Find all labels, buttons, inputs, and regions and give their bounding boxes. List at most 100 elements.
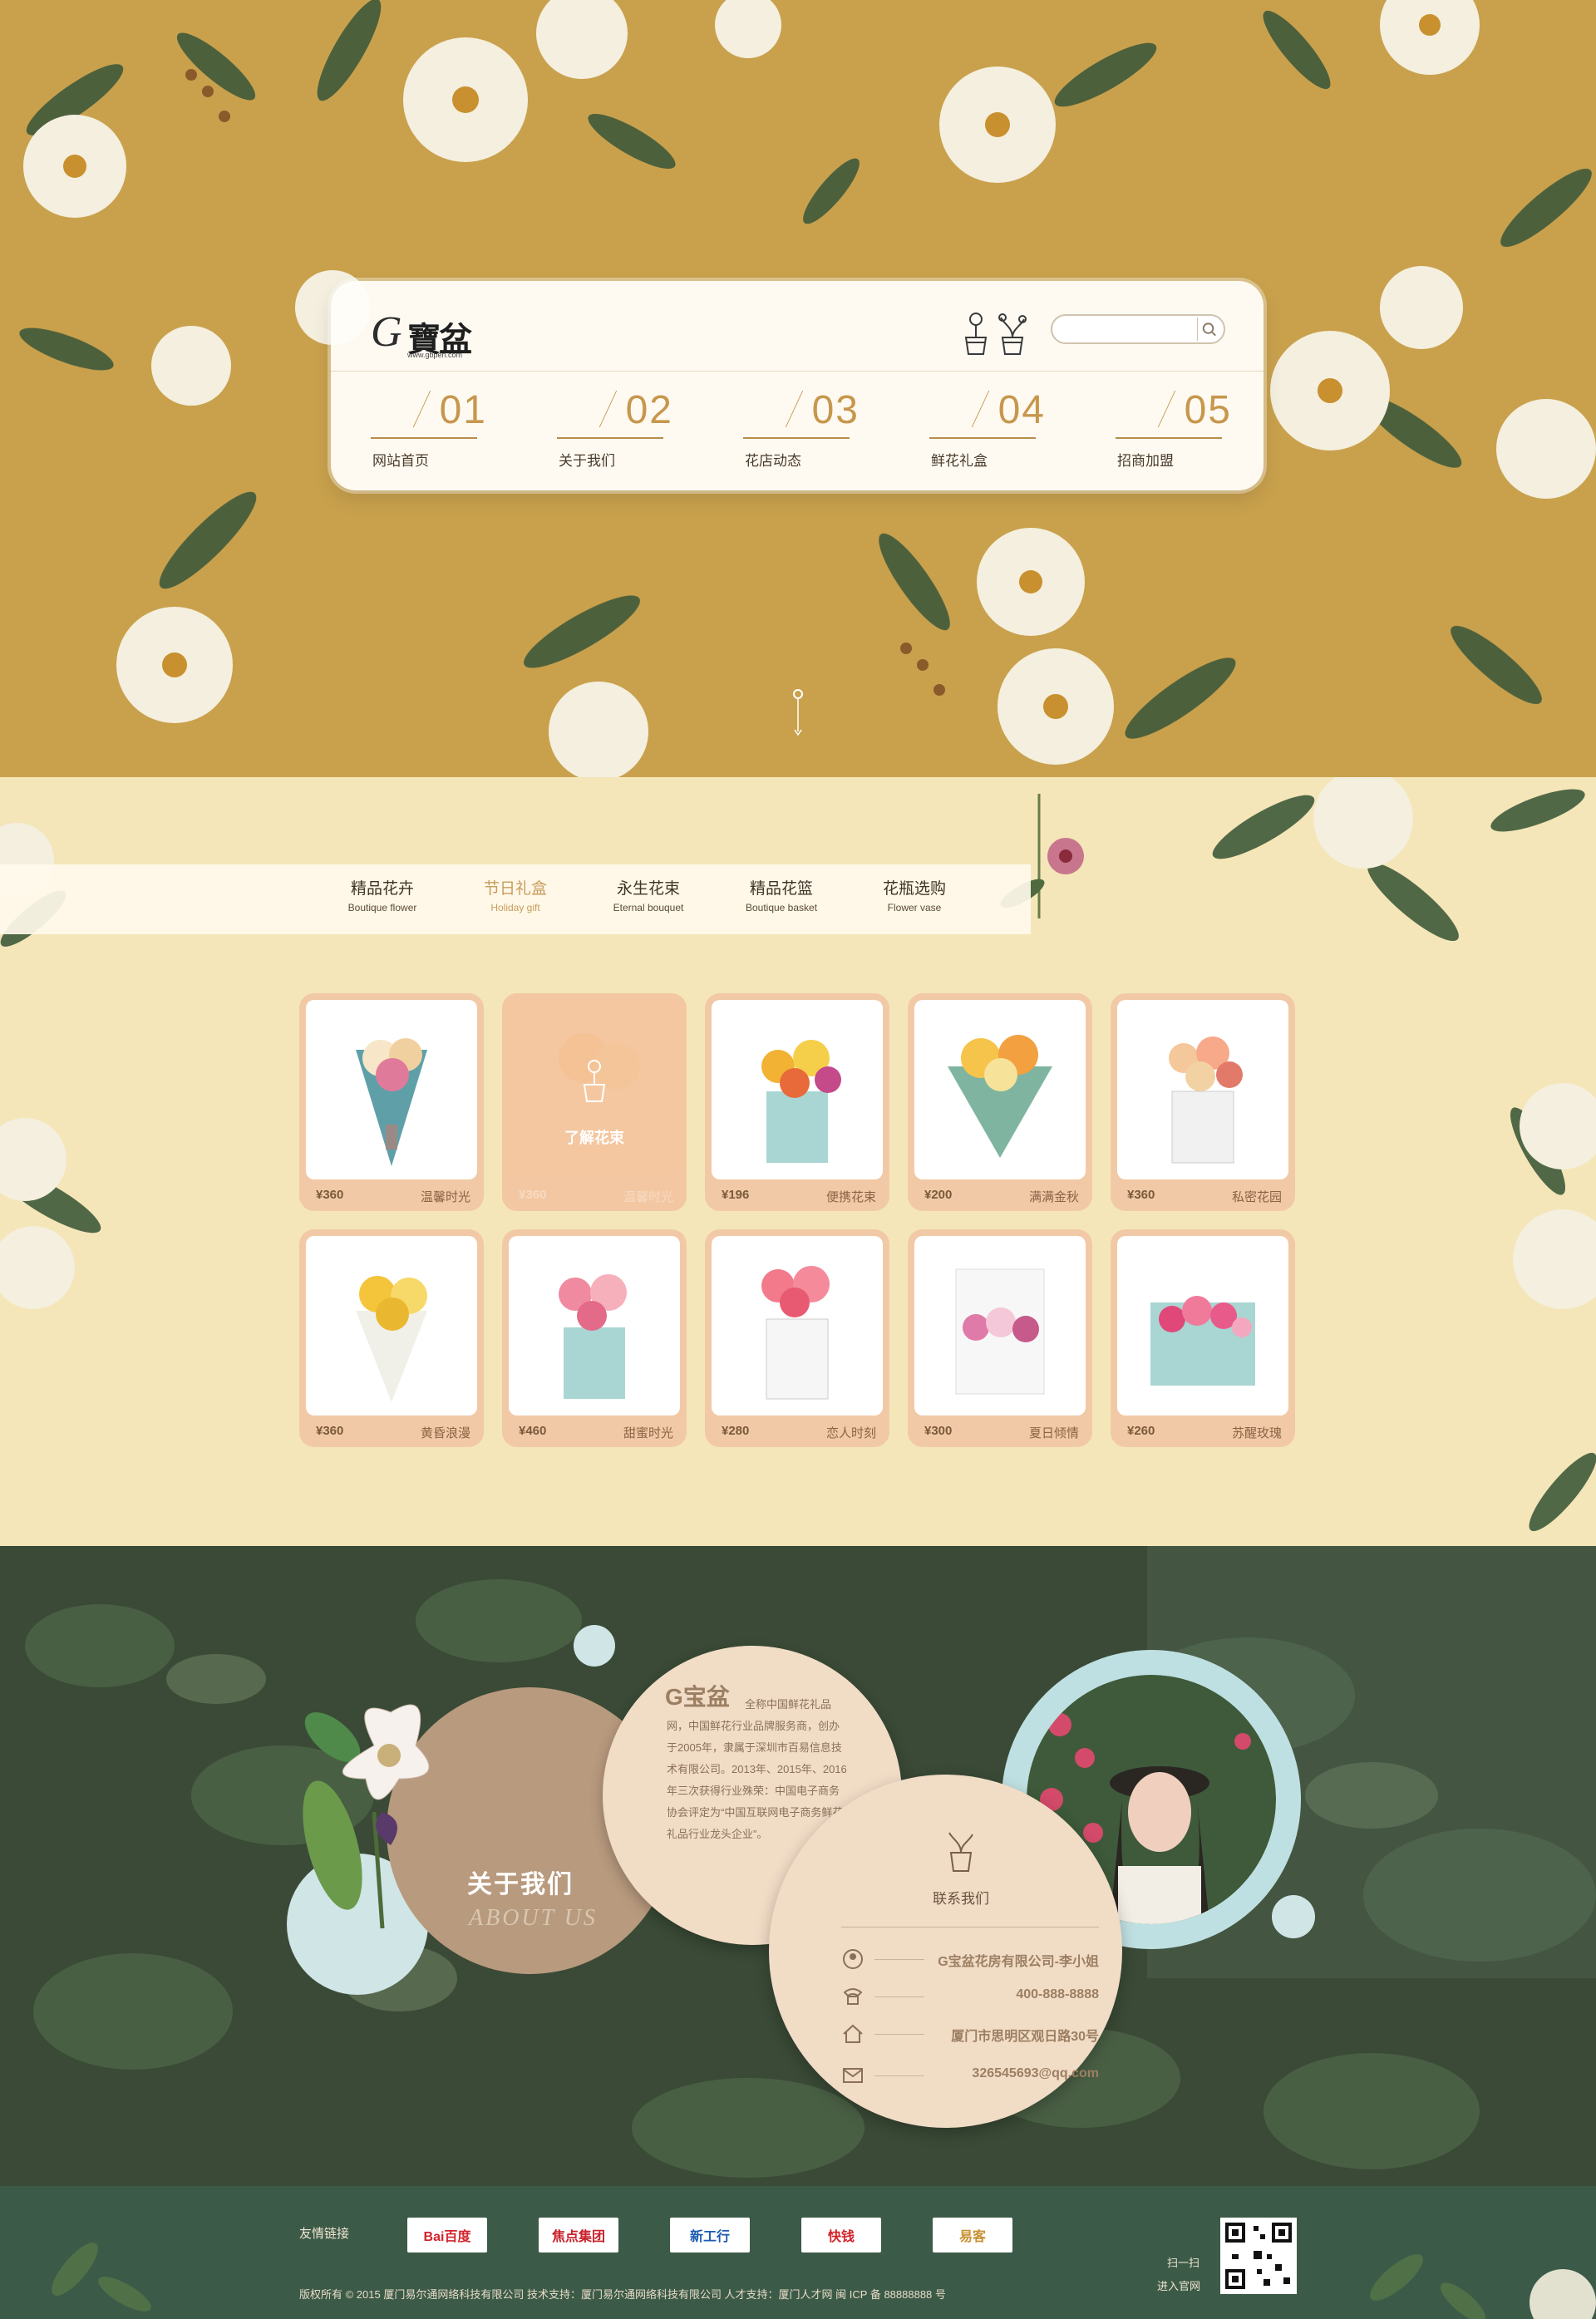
product-card[interactable]: ¥360 黄昏浪漫 xyxy=(299,1229,484,1447)
product-image xyxy=(509,1236,680,1416)
product-name: 私密花园 xyxy=(1231,1190,1282,1204)
contact-email-address[interactable]: 326545693@qq.com xyxy=(972,2066,1099,2081)
nav-item-news[interactable]: 03 花店动态 xyxy=(743,387,860,470)
product-card[interactable]: ¥360 温馨时光 xyxy=(299,993,484,1211)
nav-item-home[interactable]: 01 网站首页 xyxy=(371,387,487,470)
nav-label: 花店动态 xyxy=(745,453,801,469)
nav-label: 网站首页 xyxy=(372,453,429,469)
category-tabs: 精品花卉 Boutique flower 节日礼盒 Holiday gift 永… xyxy=(0,864,1031,934)
tab-eternal-bouquet[interactable]: 永生花束 Eternal bouquet xyxy=(590,876,707,913)
product-card[interactable]: ¥360 私密花园 xyxy=(1111,993,1295,1211)
product-image xyxy=(914,1000,1086,1179)
home-icon xyxy=(843,2024,863,2043)
qr-code[interactable] xyxy=(1220,2218,1297,2294)
nav-item-gift-box[interactable]: 04 鲜花礼盒 xyxy=(929,387,1046,470)
product-card[interactable]: 了解花束 ¥360 温馨时光 xyxy=(502,993,687,1211)
partner-logo-yike[interactable]: 易客 xyxy=(933,2218,1012,2253)
product-name: 甜蜜时光 xyxy=(623,1426,673,1440)
product-price: ¥200 xyxy=(924,1188,953,1202)
tab-label: 永生花束 xyxy=(616,880,680,898)
friend-links-label: 友情链接 xyxy=(299,2227,350,2241)
tab-label: 精品花卉 xyxy=(350,880,414,898)
about-section: 关于我们 ABOUT US G宝盆 全称中国鲜花礼品 网，中国鲜花行业品牌服务商… xyxy=(0,1546,1596,2186)
product-price: ¥360 xyxy=(316,1188,344,1202)
product-name: 便携花束 xyxy=(825,1190,876,1204)
search-input[interactable] xyxy=(1062,321,1187,337)
person-icon xyxy=(843,1949,863,1969)
nav-label: 鲜花礼盒 xyxy=(931,453,988,469)
tab-holiday-gift[interactable]: 节日礼盒 Holiday gift xyxy=(457,876,574,913)
learn-bouquet-link[interactable]: 了解花束 xyxy=(502,1126,687,1148)
product-image xyxy=(306,1236,477,1416)
product-card[interactable]: ¥200 满满金秋 xyxy=(908,993,1092,1211)
header-divider xyxy=(331,371,1264,372)
tab-label: 节日礼盒 xyxy=(483,880,547,898)
scroll-down-indicator[interactable] xyxy=(792,688,804,738)
tab-sublabel: Boutique basket xyxy=(745,902,818,913)
plant-pot-icon xyxy=(948,1832,973,1872)
product-price: ¥280 xyxy=(722,1424,750,1438)
phone-icon xyxy=(843,1988,863,2005)
product-price: ¥360 xyxy=(519,1188,547,1202)
about-title: 关于我们 xyxy=(467,1871,574,1898)
logo-url: www.gbpen.com xyxy=(407,351,463,359)
product-price: ¥300 xyxy=(924,1424,953,1438)
product-card[interactable]: ¥260 苏醒玫瑰 xyxy=(1111,1229,1295,1447)
nav-label: 招商加盟 xyxy=(1117,453,1174,469)
search-icon[interactable] xyxy=(1197,318,1220,341)
products-section: 精品花卉 Boutique flower 节日礼盒 Holiday gift 永… xyxy=(0,777,1596,1546)
nav-item-franchise[interactable]: 05 招商加盟 xyxy=(1116,387,1232,470)
product-price: ¥460 xyxy=(519,1424,547,1438)
partner-logo-xgrc[interactable]: 新工行 xyxy=(670,2218,750,2253)
contact-dash xyxy=(874,1959,924,1960)
nav-number: 05 xyxy=(1184,388,1232,432)
header-nav-card: G 寶盆 www.gbpen.com 01 网站首页 02 关于我们 03 花店… xyxy=(331,281,1264,490)
tab-sublabel: Holiday gift xyxy=(490,902,540,913)
qr-enter-site-label[interactable]: 进入官网 xyxy=(1157,2277,1200,2293)
tab-boutique-basket[interactable]: 精品花篮 Boutique basket xyxy=(723,876,840,913)
product-name: 恋人时刻 xyxy=(825,1426,876,1440)
product-price: ¥360 xyxy=(316,1424,344,1438)
contact-address: 厦门市思明区观日路30号 xyxy=(841,2021,1099,2046)
contact-phone-number[interactable]: 400-888-8888 xyxy=(1016,1987,1099,2002)
product-image xyxy=(712,1236,883,1416)
plant-pot-icon[interactable] xyxy=(996,311,1029,357)
nav-underline xyxy=(371,437,477,439)
flower-pot-icon[interactable] xyxy=(959,311,993,357)
partner-logo-baidu[interactable]: Bai百度 xyxy=(407,2218,487,2253)
search-box xyxy=(1051,314,1225,344)
about-subtitle: ABOUT US xyxy=(469,1905,598,1931)
partner-logo-jiaodian[interactable]: 焦点集团 xyxy=(539,2218,618,2253)
nav-item-about[interactable]: 02 关于我们 xyxy=(557,387,673,470)
nav-number: 02 xyxy=(625,388,673,432)
intro-lead-text: 全称中国鲜花礼品 xyxy=(745,1698,832,1711)
nav-underline xyxy=(1116,437,1222,439)
site-logo[interactable]: G 寶盆 www.gbpen.com xyxy=(371,303,479,361)
copyright-text: 版权所有 © 2015 厦门易尔通网络科技有限公司 技术支持：厦门易尔通网络科技… xyxy=(299,2288,946,2301)
partner-logo-kuaiqian[interactable]: 快钱 xyxy=(801,2218,881,2253)
product-price: ¥360 xyxy=(1127,1188,1155,1202)
nav-number: 01 xyxy=(439,388,487,432)
contact-dash xyxy=(874,2075,924,2076)
nav-number: 03 xyxy=(811,388,860,432)
decor-bubble xyxy=(574,1625,615,1667)
product-card[interactable]: ¥280 恋人时刻 xyxy=(705,1229,889,1447)
tab-label: 花瓶选购 xyxy=(882,880,946,898)
contact-heading: 联系我们 xyxy=(933,1891,989,1907)
nav-number: 04 xyxy=(998,388,1046,432)
nav-underline xyxy=(557,437,663,439)
nav-underline xyxy=(743,437,850,439)
product-image xyxy=(1117,1236,1288,1416)
contact-company: G宝盆花房有限公司-李小姐 xyxy=(938,1955,1099,1969)
tab-flower-vase[interactable]: 花瓶选购 Flower vase xyxy=(856,876,973,913)
product-card[interactable]: ¥300 夏日倾情 xyxy=(908,1229,1092,1447)
flower-pot-icon xyxy=(583,1060,606,1102)
product-card[interactable]: ¥460 甜蜜时光 xyxy=(502,1229,687,1447)
product-image xyxy=(914,1236,1086,1416)
tab-boutique-flower[interactable]: 精品花卉 Boutique flower xyxy=(324,876,441,913)
product-card[interactable]: ¥196 便携花束 xyxy=(705,993,889,1211)
product-image xyxy=(306,1000,477,1179)
orchid-illustration xyxy=(303,1704,430,1928)
nav-underline xyxy=(929,437,1036,439)
contact-person: G宝盆花房有限公司-李小姐 xyxy=(841,1947,1099,1972)
